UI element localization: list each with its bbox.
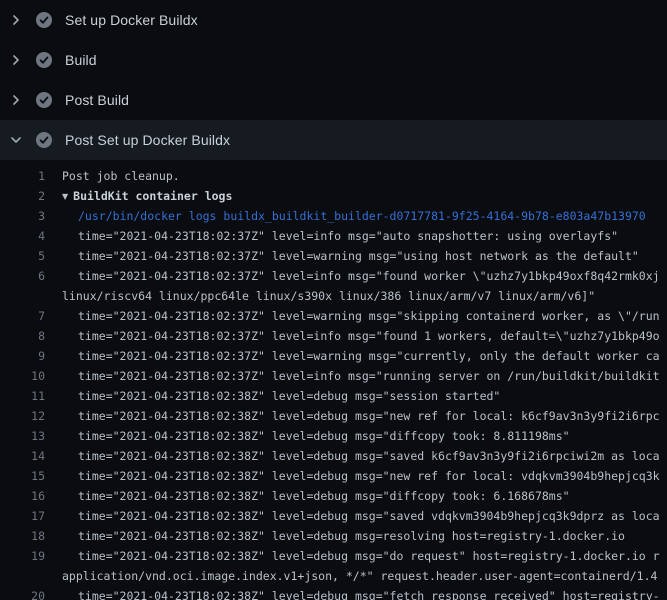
line-number[interactable]: 10 bbox=[0, 366, 45, 386]
log-line: 11 time="2021-04-23T18:02:38Z" level=debu… bbox=[0, 386, 667, 406]
log-text: time="2021-04-23T18:02:37Z" level=warnin… bbox=[78, 249, 639, 263]
log-line: 13 time="2021-04-23T18:02:38Z" level=debu… bbox=[0, 426, 667, 446]
line-number[interactable]: 19 bbox=[0, 546, 45, 566]
chevron-right-icon bbox=[8, 52, 24, 68]
log-line: 15 time="2021-04-23T18:02:38Z" level=debu… bbox=[0, 466, 667, 486]
log-line: 9 time="2021-04-23T18:02:37Z" level=warni… bbox=[0, 346, 667, 366]
line-number[interactable]: 11 bbox=[0, 386, 45, 406]
log-text: time="2021-04-23T18:02:38Z" level=debug … bbox=[78, 449, 660, 463]
log-line: 18 time="2021-04-23T18:02:38Z" level=debu… bbox=[0, 526, 667, 546]
line-number[interactable]: 20 bbox=[0, 586, 45, 600]
log-line: linux/riscv64 linux/ppc64le linux/s390x … bbox=[0, 286, 667, 306]
log-command-text: /usr/bin/docker logs buildx_buildkit_bui… bbox=[78, 209, 646, 223]
log-line: 12 time="2021-04-23T18:02:38Z" level=debu… bbox=[0, 406, 667, 426]
log-line: 16 time="2021-04-23T18:02:38Z" level=debu… bbox=[0, 486, 667, 506]
step-row[interactable]: Set up Docker Buildx bbox=[0, 0, 667, 40]
line-number[interactable]: 14 bbox=[0, 446, 45, 466]
line-number[interactable]: 18 bbox=[0, 526, 45, 546]
log-text: time="2021-04-23T18:02:38Z" level=debug … bbox=[78, 429, 570, 443]
log-text: time="2021-04-23T18:02:38Z" level=debug … bbox=[78, 589, 660, 600]
log-text: BuildKit container logs bbox=[73, 189, 232, 203]
log-text: time="2021-04-23T18:02:38Z" level=debug … bbox=[78, 509, 660, 523]
step-row[interactable]: Post Set up Docker Buildx bbox=[0, 120, 667, 160]
step-row[interactable]: Post Build bbox=[0, 80, 667, 120]
log-line: 5 time="2021-04-23T18:02:37Z" level=warni… bbox=[0, 246, 667, 266]
line-number[interactable]: 8 bbox=[0, 326, 45, 346]
check-circle-icon bbox=[36, 12, 52, 28]
line-number[interactable]: 3 bbox=[0, 206, 45, 226]
line-number[interactable]: 15 bbox=[0, 466, 45, 486]
log-text: time="2021-04-23T18:02:37Z" level=info m… bbox=[78, 269, 660, 283]
log-line: 10 time="2021-04-23T18:02:37Z" level=info… bbox=[0, 366, 667, 386]
line-number[interactable]: 16 bbox=[0, 486, 45, 506]
log-line: 7 time="2021-04-23T18:02:37Z" level=warni… bbox=[0, 306, 667, 326]
log-line: 6 time="2021-04-23T18:02:37Z" level=info … bbox=[0, 266, 667, 286]
chevron-right-icon bbox=[8, 92, 24, 108]
log-text: time="2021-04-23T18:02:38Z" level=debug … bbox=[78, 549, 660, 563]
log-line: 19 time="2021-04-23T18:02:38Z" level=debu… bbox=[0, 546, 667, 566]
log-text: time="2021-04-23T18:02:38Z" level=debug … bbox=[78, 389, 500, 403]
log-group-header[interactable]: 2 ▼ BuildKit container logs bbox=[0, 186, 667, 206]
chevron-right-icon bbox=[8, 12, 24, 28]
step-label: Post Set up Docker Buildx bbox=[65, 132, 230, 148]
line-number[interactable]: 13 bbox=[0, 426, 45, 446]
log-line: 1 Post job cleanup. bbox=[0, 166, 667, 186]
step-label: Post Build bbox=[65, 92, 129, 108]
log-text: time="2021-04-23T18:02:38Z" level=debug … bbox=[78, 469, 660, 483]
log-line: 4 time="2021-04-23T18:02:37Z" level=info … bbox=[0, 226, 667, 246]
log-text: time="2021-04-23T18:02:37Z" level=info m… bbox=[78, 329, 660, 343]
log-line: 14 time="2021-04-23T18:02:38Z" level=debu… bbox=[0, 446, 667, 466]
line-number[interactable]: 5 bbox=[0, 246, 45, 266]
log-text: time="2021-04-23T18:02:37Z" level=info m… bbox=[78, 369, 660, 383]
log-area: 1 Post job cleanup. 2 ▼ BuildKit container l… bbox=[0, 160, 667, 600]
line-number[interactable]: 2 bbox=[0, 186, 45, 206]
steps-list: Set up Docker Buildx Build Post Build Post … bbox=[0, 0, 667, 160]
line-number[interactable]: 9 bbox=[0, 346, 45, 366]
line-number[interactable]: 6 bbox=[0, 266, 45, 286]
log-line: 8 time="2021-04-23T18:02:37Z" level=info … bbox=[0, 326, 667, 346]
log-text: application/vnd.oci.image.index.v1+json,… bbox=[62, 569, 657, 583]
step-label: Build bbox=[65, 52, 97, 68]
log-text: linux/riscv64 linux/ppc64le linux/s390x … bbox=[62, 289, 595, 303]
log-text: Post job cleanup. bbox=[62, 169, 180, 183]
log-line: 17 time="2021-04-23T18:02:38Z" level=debu… bbox=[0, 506, 667, 526]
check-circle-icon bbox=[36, 92, 52, 108]
chevron-down-icon bbox=[8, 132, 24, 148]
collapse-triangle-icon[interactable]: ▼ bbox=[62, 187, 68, 206]
log-line: application/vnd.oci.image.index.v1+json,… bbox=[0, 566, 667, 586]
check-circle-icon bbox=[36, 52, 52, 68]
log-text: time="2021-04-23T18:02:37Z" level=warnin… bbox=[78, 309, 660, 323]
log-text: time="2021-04-23T18:02:37Z" level=warnin… bbox=[78, 349, 660, 363]
log-text: time="2021-04-23T18:02:38Z" level=debug … bbox=[78, 529, 625, 543]
step-row[interactable]: Build bbox=[0, 40, 667, 80]
log-line: 20 time="2021-04-23T18:02:38Z" level=debu… bbox=[0, 586, 667, 600]
line-number[interactable]: 17 bbox=[0, 506, 45, 526]
line-number[interactable]: 7 bbox=[0, 306, 45, 326]
line-number[interactable]: 1 bbox=[0, 166, 45, 186]
log-text: time="2021-04-23T18:02:38Z" level=debug … bbox=[78, 489, 570, 503]
log-text: time="2021-04-23T18:02:38Z" level=debug … bbox=[78, 409, 660, 423]
line-number[interactable]: 12 bbox=[0, 406, 45, 426]
line-number[interactable]: 4 bbox=[0, 226, 45, 246]
check-circle-icon bbox=[36, 132, 52, 148]
log-text: time="2021-04-23T18:02:37Z" level=info m… bbox=[78, 229, 618, 243]
step-label: Set up Docker Buildx bbox=[65, 12, 198, 28]
log-line: 3/usr/bin/docker logs buildx_buildkit_bu… bbox=[0, 206, 667, 226]
